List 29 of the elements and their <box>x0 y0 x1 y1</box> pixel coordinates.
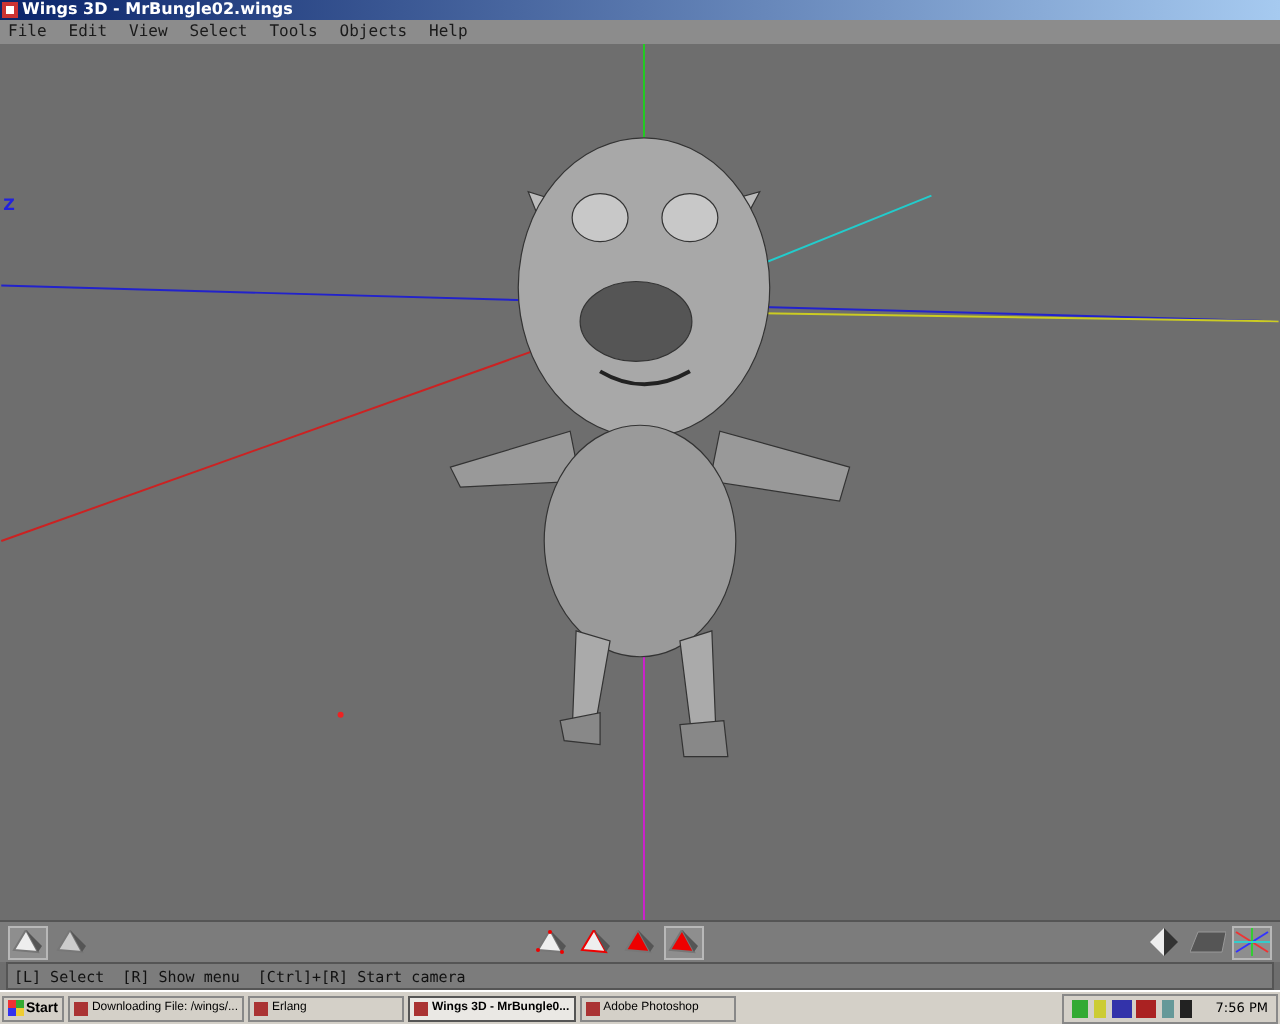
app-icon <box>254 1001 268 1016</box>
app-icon <box>2 2 18 18</box>
point-marker <box>337 711 344 718</box>
menu-item[interactable]: View <box>129 22 168 41</box>
app-icon <box>585 1001 600 1016</box>
menu-item[interactable]: Tools <box>269 22 318 41</box>
pyramid-icon <box>12 930 44 955</box>
pyramid-icon <box>580 930 612 955</box>
windows-logo-icon <box>8 1000 24 1017</box>
select-mode-button[interactable] <box>664 925 704 960</box>
axes-icon <box>1234 928 1270 957</box>
menu-item[interactable]: File <box>8 22 47 41</box>
pyramid-icon <box>56 930 88 955</box>
select-mode-button[interactable] <box>532 925 572 960</box>
menu-item[interactable]: Edit <box>68 22 108 41</box>
grid-plane-icon <box>1190 930 1226 955</box>
menu-item[interactable]: Select <box>189 22 248 41</box>
pyramid-icon <box>536 930 568 955</box>
pyramid-icon <box>624 930 656 955</box>
axis-label: Z <box>3 195 15 214</box>
pyramid-icon <box>668 930 700 955</box>
octahedron-icon <box>1148 928 1180 957</box>
shading-mode-button[interactable] <box>8 925 48 960</box>
menu-item[interactable]: Objects <box>339 22 408 41</box>
window-title: Wings 3D - MrBungle02.wings <box>22 0 293 20</box>
tray-icons-drawing <box>1071 999 1192 1018</box>
app-icon <box>414 1001 428 1016</box>
menu-item[interactable]: Help <box>429 22 468 41</box>
app-icon <box>73 1001 88 1016</box>
